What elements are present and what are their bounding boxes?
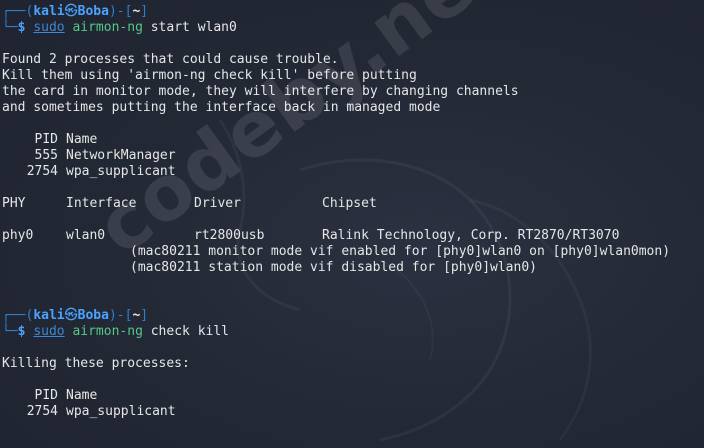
- chipset-value: Ralink Technology, Corp. RT2870/RT3070: [322, 228, 620, 243]
- warning-line: Kill them using 'airmon-ng check kill' b…: [2, 68, 417, 83]
- prompt-dollar: $: [17, 324, 26, 339]
- chipset-header: Chipset: [322, 196, 377, 211]
- command-name: airmon-ng: [72, 20, 143, 35]
- interface-table-header: PHY Interface Driver Chipset: [2, 196, 670, 212]
- interface-header: Interface: [66, 196, 137, 211]
- prompt-line-2: ┌──(kali㉿Boba)-[~]: [2, 308, 670, 324]
- pid-header: PID: [34, 388, 58, 403]
- prompt-frame-bottom: └─: [2, 20, 18, 35]
- prompt-host: Boba: [77, 308, 109, 323]
- command-name: airmon-ng: [72, 324, 143, 339]
- driver-value: rt2800usb: [194, 228, 265, 243]
- prompt-dollar: $: [17, 20, 26, 35]
- process-table-header: PID Name: [2, 132, 670, 148]
- prompt-frame-top: ┌──(: [2, 4, 34, 19]
- process-pid: 2754: [26, 164, 58, 179]
- prompt-line-1: ┌──(kali㉿Boba)-[~]: [2, 4, 670, 20]
- process-name: NetworkManager: [66, 148, 176, 163]
- process-table-header: PID Name: [2, 388, 670, 404]
- prompt-frame-close: ]: [140, 4, 149, 19]
- warning-line: and sometimes putting the interface back…: [2, 100, 441, 115]
- command-args: check kill: [142, 324, 229, 339]
- name-header: Name: [66, 388, 98, 403]
- process-name: wpa_supplicant: [66, 164, 176, 179]
- command-sudo: sudo: [33, 20, 65, 35]
- command-args: start wlan0: [142, 20, 237, 35]
- command-sudo: sudo: [33, 324, 65, 339]
- prompt-frame-top: ┌──(: [2, 308, 34, 323]
- interface-table-row: phy0 wlan0 rt2800usb Ralink Technology, Cor…: [2, 228, 670, 244]
- process-pid: 2754: [26, 404, 58, 419]
- prompt-frame-bottom: └─: [2, 324, 18, 339]
- name-header: Name: [66, 132, 98, 147]
- interface-value: wlan0: [66, 228, 106, 243]
- process-row: 555 NetworkManager: [2, 148, 670, 164]
- prompt-host: Boba: [77, 4, 109, 19]
- command-line-2: └─$ sudo airmon-ng check kill: [2, 324, 670, 340]
- prompt-user: kali: [33, 308, 65, 323]
- skull-icon: ㉿: [64, 4, 78, 19]
- monitor-note: (mac80211 monitor mode vif enabled for […: [130, 244, 671, 259]
- skull-icon: ㉿: [64, 308, 78, 323]
- station-note: (mac80211 station mode vif disabled for …: [130, 260, 537, 275]
- warning-line: the card in monitor mode, they will inte…: [2, 84, 519, 99]
- terminal-output: ┌──(kali㉿Boba)-[~] └─$ sudo airmon-ng st…: [2, 4, 670, 420]
- process-row: 2754 wpa_supplicant: [2, 164, 670, 180]
- terminal-window[interactable]: codeby.net ┌──(kali㉿Boba)-[~] └─$ sudo a…: [0, 0, 704, 448]
- process-name: wpa_supplicant: [66, 404, 176, 419]
- prompt-frame-mid: )-[: [108, 308, 133, 323]
- command-line-1: └─$ sudo airmon-ng start wlan0: [2, 20, 670, 36]
- warning-line: Found 2 processes that could cause troub…: [2, 52, 339, 67]
- prompt-frame-close: ]: [140, 308, 149, 323]
- process-pid: 555: [34, 148, 58, 163]
- phy-value: phy0: [2, 228, 34, 243]
- pid-header: PID: [34, 132, 58, 147]
- phy-header: PHY: [2, 196, 26, 211]
- driver-header: Driver: [194, 196, 241, 211]
- kill-message: Killing these processes:: [2, 356, 190, 371]
- prompt-user: kali: [33, 4, 65, 19]
- process-row: 2754 wpa_supplicant: [2, 404, 670, 420]
- prompt-frame-mid: )-[: [108, 4, 133, 19]
